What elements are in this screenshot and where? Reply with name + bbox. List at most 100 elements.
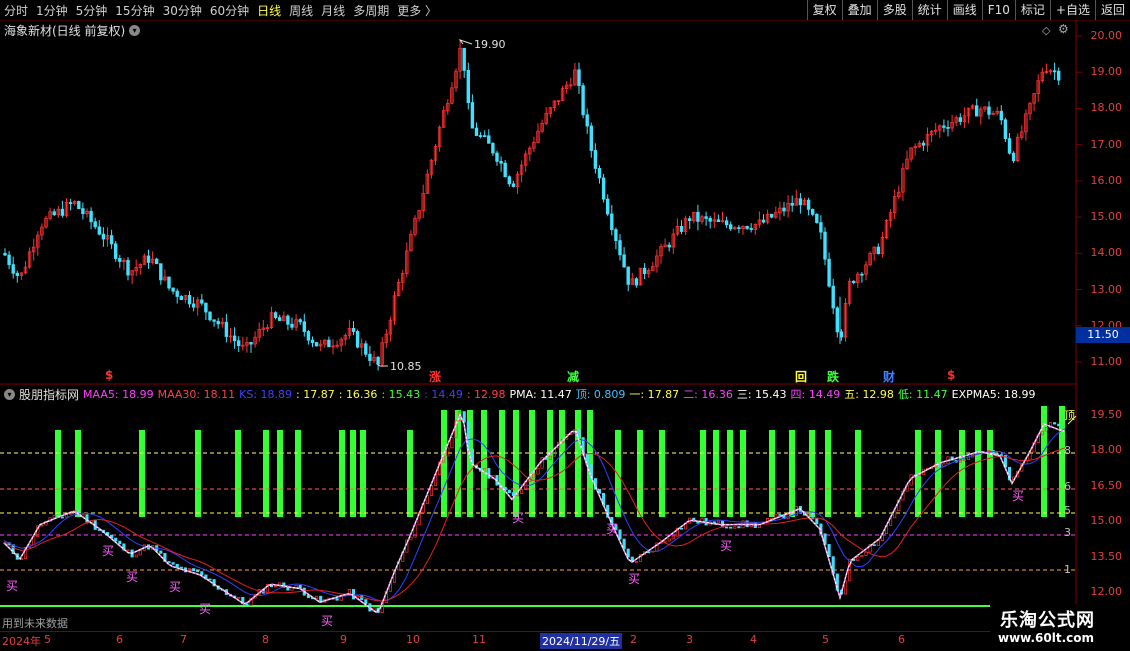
candle-body <box>761 219 766 223</box>
indicator-candle <box>200 571 204 576</box>
candle-body <box>667 244 671 248</box>
candle-body <box>585 114 589 127</box>
signal-bar <box>1041 406 1047 517</box>
indicator-value: : 12.98 <box>467 388 506 401</box>
candle-body <box>355 331 360 348</box>
indicator-y-tick: 15.00 <box>1090 514 1123 528</box>
indicator-value-number: 17.87 <box>647 388 680 401</box>
signal-bar <box>407 430 413 517</box>
buy-marker: 买 <box>1012 489 1025 503</box>
candle-body <box>696 211 700 222</box>
main-y-tick: 18.00 <box>1090 101 1123 115</box>
indicator-candle <box>827 544 831 557</box>
indicator-value: 四: 14.49 <box>791 386 841 402</box>
indicator-value-number: 17.87 <box>303 387 335 401</box>
indicator-y-tick: 16.50 <box>1090 478 1123 492</box>
indicator-candle <box>520 489 524 494</box>
indicator-value-label: 低: <box>897 388 917 401</box>
buy-marker: 买 <box>720 539 733 553</box>
indicator-candle <box>729 526 733 529</box>
indicator-value: : 14.49 <box>424 388 463 401</box>
candle-body <box>737 227 741 230</box>
indicator-value-label: KS: <box>239 387 261 401</box>
candle-body <box>89 210 93 223</box>
kline-chart[interactable] <box>0 0 1130 650</box>
candle-body <box>511 183 516 187</box>
watermark-logo: 乐淘公式网 www.60lt.com <box>990 604 1130 650</box>
indicator-candle <box>171 562 175 565</box>
indicator-value-label: MAA30: <box>157 387 204 401</box>
signal-marker: 减 <box>567 370 580 384</box>
indicator-value-number: 14.49 <box>808 388 841 401</box>
candle-body <box>368 353 372 361</box>
candle-body <box>495 152 499 162</box>
candle-body <box>7 254 11 266</box>
candle-body <box>491 142 495 154</box>
signal-bar <box>789 430 795 517</box>
candle-body <box>610 213 614 230</box>
signal-bar <box>195 430 201 517</box>
candle-body <box>577 69 581 87</box>
date-tick: 6 <box>116 633 123 646</box>
indicator-y-tick: 13.50 <box>1090 549 1123 563</box>
candle-body <box>191 303 196 308</box>
candle-body <box>606 198 610 215</box>
signal-bar <box>713 430 719 517</box>
candle-body <box>15 272 19 276</box>
candle-body <box>109 235 114 245</box>
signal-bar <box>350 430 356 517</box>
candle-body <box>618 240 622 256</box>
candle-body <box>724 220 729 226</box>
indicator-value-number: 18.11 <box>203 387 236 401</box>
candle-body <box>815 213 819 223</box>
indicator-value: MAA30: 18.11 <box>158 388 236 401</box>
candle-body <box>487 135 491 144</box>
indicator-side-label: 3 <box>1064 526 1071 539</box>
candle-body <box>273 312 278 319</box>
candle-body <box>1052 70 1057 73</box>
indicator-value-label: MAA5: <box>83 387 123 401</box>
candle-body <box>286 315 290 325</box>
indicator-value-number: 0.809 <box>593 388 626 401</box>
candle-body <box>770 213 774 218</box>
indicator-candle <box>864 551 868 556</box>
indicator-value-label: : <box>466 387 475 401</box>
candle-body <box>679 225 684 232</box>
indicator-value-number: 12.98 <box>474 387 506 401</box>
indicator-candle <box>364 599 368 605</box>
main-y-tick: 14.00 <box>1090 246 1123 260</box>
chevron-down-icon[interactable]: ▾ <box>4 388 15 400</box>
signal-marker: 回 <box>795 370 808 384</box>
indicator-candle <box>237 596 241 599</box>
indicator-value-label: : <box>338 387 346 401</box>
indicator-value-label: 三: <box>736 388 756 401</box>
indicator-candle <box>626 548 630 558</box>
signal-bar <box>277 430 283 517</box>
indicator-candle <box>462 411 466 423</box>
signal-bar <box>809 430 815 517</box>
indicator-candle <box>815 518 819 525</box>
indicator-candle <box>618 529 622 540</box>
indicator-side-label: 5 <box>1064 504 1071 517</box>
indicator-value-number: 18.99 <box>122 387 154 401</box>
indicator-value: 顶: 0.809 <box>576 386 626 402</box>
date-tick: 2024/11/29/五 <box>540 633 623 649</box>
candle-body <box>68 202 73 204</box>
candle-body <box>581 85 585 116</box>
indicator-y-tick: 12.00 <box>1090 585 1123 598</box>
indicator-candle <box>671 535 675 540</box>
indicator-header: ▾ 股朋指标网 MAA5: 18.99 MAA30: 18.11 KS: 18.89… <box>4 386 1035 402</box>
candle-body <box>212 319 216 322</box>
date-tick: 5 <box>822 633 829 646</box>
candle-body <box>729 224 733 230</box>
indicator-candle <box>409 536 413 541</box>
indicator-y-tick: 18.00 <box>1090 443 1123 457</box>
candle-body <box>749 228 753 230</box>
indicator-value-label: 二: <box>683 388 702 401</box>
candle-body <box>93 221 97 228</box>
candle-body <box>478 135 483 137</box>
indicator-value: : 16.36 <box>339 388 378 401</box>
indicator-candle <box>737 526 741 529</box>
signal-bar <box>769 430 775 517</box>
date-tick: 10 <box>406 633 420 646</box>
